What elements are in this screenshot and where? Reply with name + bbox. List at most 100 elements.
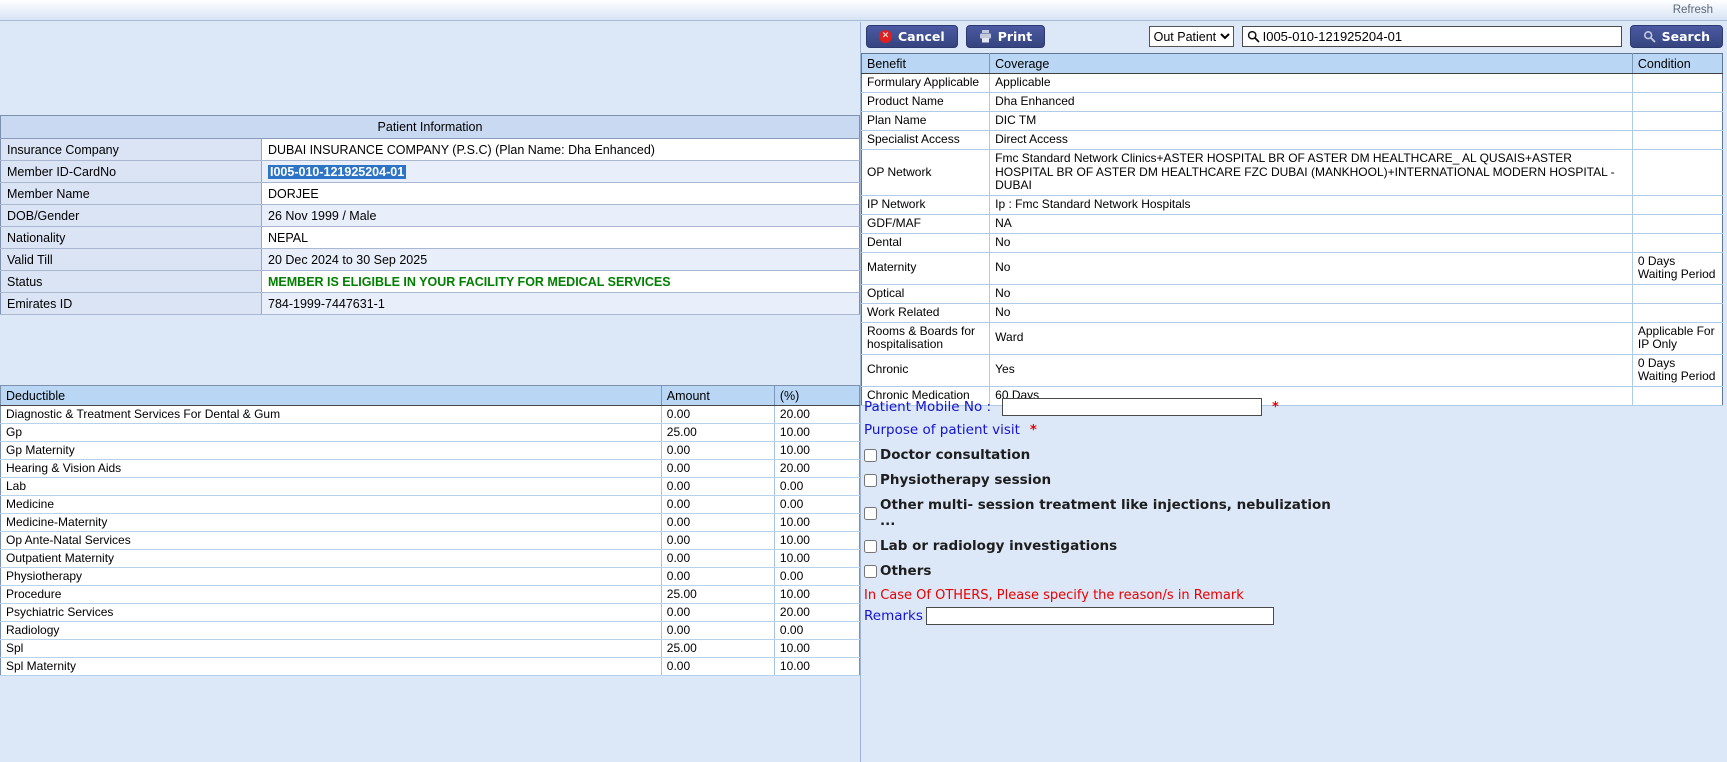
patient-info-row: Member Name DORJEE	[0, 182, 860, 205]
remarks-row: Remarks	[864, 607, 1344, 625]
deductible-cell-service: Spl Maternity	[0, 657, 662, 676]
patient-info-row-value: DORJEE	[261, 182, 860, 205]
patient-info-row-label: Emirates ID	[0, 292, 262, 315]
benefit-cell-name: Formulary Applicable	[861, 73, 991, 93]
deductible-cell-amount: 0.00	[661, 441, 775, 460]
deductible-cell-amount: 0.00	[661, 567, 775, 586]
patient-mobile-label: Patient Mobile No :	[864, 399, 992, 415]
deductible-cell-percent: 0.00	[774, 495, 860, 514]
benefit-row: Product Name Dha Enhanced	[861, 92, 1723, 112]
benefit-cell-coverage: No	[989, 252, 1633, 285]
deductible-row: Spl 25.00 10.00	[0, 639, 860, 658]
member-id-selected-text: I005-010-121925204-01	[268, 164, 407, 179]
deductible-cell-percent: 20.00	[774, 405, 860, 424]
deductible-cell-percent: 0.00	[774, 621, 860, 640]
patient-info-row: Status MEMBER IS ELIGIBLE IN YOUR FACILIT…	[0, 270, 860, 293]
patient-info-row: Valid Till 20 Dec 2024 to 30 Sep 2025	[0, 248, 860, 271]
deductible-cell-service: Procedure	[0, 585, 662, 604]
patient-info-row-label: DOB/Gender	[0, 204, 262, 227]
remarks-label: Remarks	[864, 608, 923, 624]
patient-info-row: DOB/Gender 26 Nov 1999 / Male	[0, 204, 860, 227]
top-bar: Refresh	[0, 0, 1727, 21]
deductible-row: Medicine 0.00 0.00	[0, 495, 860, 514]
deductible-row: Psychiatric Services 0.00 20.00	[0, 603, 860, 622]
deductible-cell-percent: 20.00	[774, 459, 860, 478]
remarks-input[interactable]	[926, 607, 1274, 625]
deductible-row: Procedure 25.00 10.00	[0, 585, 860, 604]
deductible-cell-percent: 20.00	[774, 603, 860, 622]
purpose-required-marker: *	[1029, 422, 1037, 438]
search-button[interactable]: Search	[1629, 25, 1723, 48]
patient-info-row: Insurance Company DUBAI INSURANCE COMPANY…	[0, 138, 860, 161]
purpose-option: Doctor consultation	[864, 447, 1344, 463]
purpose-option-label: Other multi- session treatment like inje…	[880, 497, 1331, 529]
purpose-label: Purpose of patient visit	[864, 422, 1020, 438]
deductible-cell-service: Lab	[0, 477, 662, 496]
deductible-cell-service: Gp Maternity	[0, 441, 662, 460]
purpose-option-checkbox[interactable]	[864, 564, 877, 578]
deductible-cell-amount: 0.00	[661, 621, 775, 640]
benefit-cell-condition	[1632, 130, 1723, 150]
deductible-cell-service: Spl	[0, 639, 662, 658]
benefit-cell-coverage: Dha Enhanced	[989, 92, 1633, 112]
deductible-cell-amount: 0.00	[661, 603, 775, 622]
purpose-option: Others	[864, 563, 1344, 579]
mobile-row: Patient Mobile No : *	[864, 398, 1344, 416]
patient-mobile-input[interactable]	[1002, 398, 1262, 416]
deductible-column-header: Amount	[661, 385, 775, 406]
benefit-row: Work Related No	[861, 303, 1723, 323]
patient-info-row-value: DUBAI INSURANCE COMPANY (P.S.C) (Plan Na…	[261, 138, 860, 161]
deductible-cell-percent: 10.00	[774, 441, 860, 460]
benefit-column-header: Condition	[1632, 53, 1723, 74]
benefit-row: Plan Name DIC TM	[861, 111, 1723, 131]
refresh-link[interactable]: Refresh	[1673, 4, 1713, 16]
benefit-cell-name: Dental	[861, 233, 991, 253]
benefit-cell-condition: Applicable For IP Only	[1632, 322, 1723, 355]
benefit-cell-condition	[1632, 149, 1723, 196]
benefit-row: Maternity No 0 Days Waiting Period	[861, 252, 1723, 285]
deductible-row: Op Ante-Natal Services 0.00 10.00	[0, 531, 860, 550]
benefit-row: OP Network Fmc Standard Network Clinics+A…	[861, 149, 1723, 196]
deductible-table: Deductible Amount (%) Diagnostic & Treatme…	[0, 385, 860, 676]
deductible-cell-percent: 10.00	[774, 531, 860, 550]
deductible-cell-amount: 25.00	[661, 423, 775, 442]
deductible-cell-amount: 0.00	[661, 495, 775, 514]
purpose-option-label: Others	[880, 563, 932, 579]
deductible-cell-amount: 25.00	[661, 639, 775, 658]
deductible-cell-amount: 0.00	[661, 459, 775, 478]
benefit-cell-coverage: Applicable	[989, 73, 1633, 93]
purpose-option-checkbox[interactable]	[864, 539, 877, 553]
cancel-button-label: Cancel	[898, 29, 945, 44]
benefit-cell-name: Specialist Access	[861, 130, 991, 150]
benefit-cell-coverage: No	[989, 284, 1633, 304]
cancel-button[interactable]: ✕ Cancel	[866, 25, 958, 48]
print-button[interactable]: Print	[965, 25, 1046, 48]
search-input[interactable]	[1262, 28, 1617, 45]
purpose-row: Purpose of patient visit *	[864, 422, 1344, 438]
deductible-cell-service: Hearing & Vision Aids	[0, 459, 662, 478]
purpose-option-checkbox[interactable]	[864, 473, 877, 487]
benefit-cell-name: IP Network	[861, 195, 991, 215]
eligibility-status-text: MEMBER IS ELIGIBLE IN YOUR FACILITY FOR …	[261, 270, 860, 293]
benefit-cell-condition	[1632, 214, 1723, 234]
purpose-option-label: Physiotherapy session	[880, 472, 1052, 488]
deductible-cell-amount: 0.00	[661, 657, 775, 676]
purpose-options: Doctor consultation Physiotherapy session…	[864, 447, 1344, 579]
others-note: In Case Of OTHERS, Please specify the re…	[864, 588, 1244, 603]
patient-info-header-row: Patient Information	[0, 115, 860, 139]
patient-info-row: Nationality NEPAL	[0, 226, 860, 249]
right-toolbar: ✕ Cancel Print Out Patient Search	[866, 25, 1723, 48]
purpose-option-checkbox[interactable]	[864, 448, 877, 462]
benefit-cell-condition	[1632, 195, 1723, 215]
benefit-row: Formulary Applicable Applicable	[861, 73, 1723, 93]
deductible-column-header: (%)	[774, 385, 860, 406]
purpose-option: Physiotherapy session	[864, 472, 1344, 488]
visit-type-select[interactable]: Out Patient	[1148, 26, 1234, 47]
deductible-cell-percent: 0.00	[774, 567, 860, 586]
purpose-option-checkbox[interactable]	[864, 506, 877, 520]
purpose-option-label: Doctor consultation	[880, 447, 1031, 463]
benefit-row: IP Network Ip : Fmc Standard Network Hosp…	[861, 195, 1723, 215]
deductible-row: Gp Maternity 0.00 10.00	[0, 441, 860, 460]
benefit-cell-name: Product Name	[861, 92, 991, 112]
deductible-cell-percent: 10.00	[774, 639, 860, 658]
